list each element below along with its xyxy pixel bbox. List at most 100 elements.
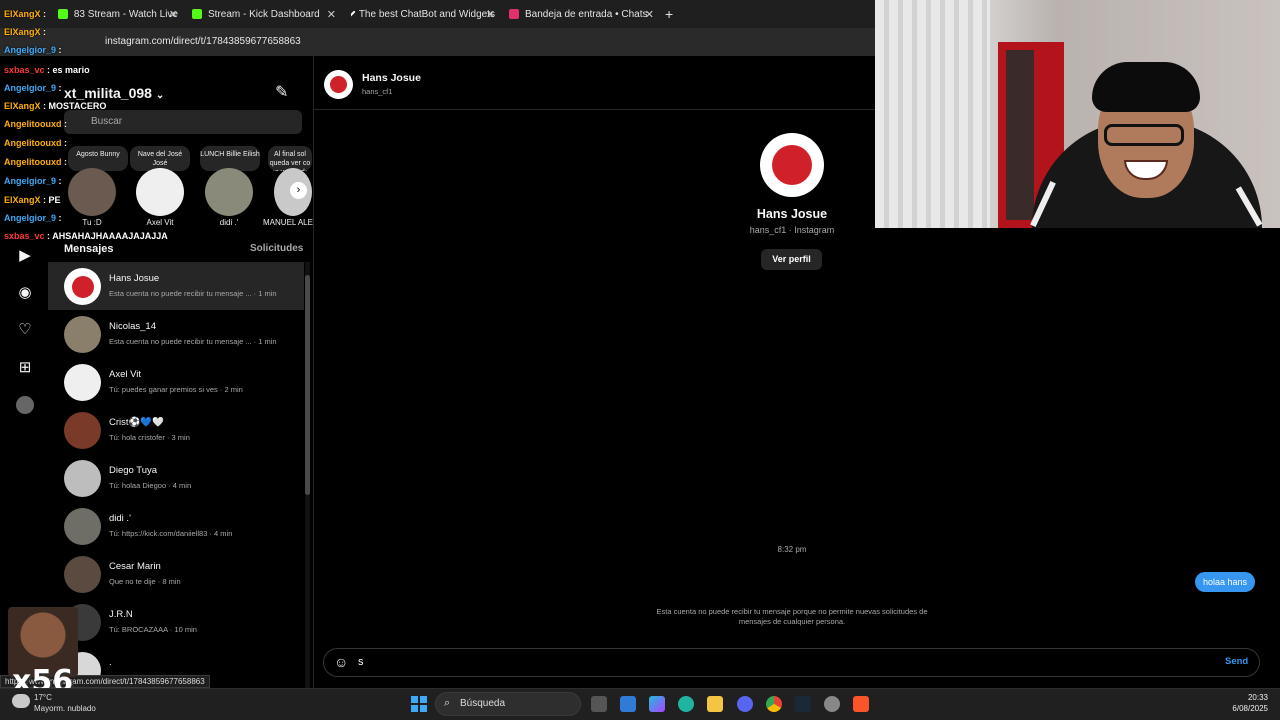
story-avatar[interactable] (205, 168, 253, 216)
steam-icon[interactable] (795, 696, 811, 712)
chat-separator: : (56, 83, 62, 93)
conversation-item[interactable]: Crist⚽💙🤍 Tú: hola cristofer · 3 min (48, 406, 304, 454)
chat-message: MOSTACERO (48, 101, 107, 111)
chat-username: Angelitoouxd (4, 138, 62, 148)
story-avatar[interactable] (68, 168, 116, 216)
chat-username: Angelitoouxd (4, 157, 62, 167)
weather-temperature[interactable]: 17°C (34, 693, 52, 702)
chat-message: AHSAHAJHAAAAJAJAJJA (52, 231, 168, 241)
shelf-interior (1006, 50, 1034, 220)
chrome-icon[interactable] (766, 696, 782, 712)
conversation-item[interactable]: didi .' Tú: https://kick.com/daniiell83 … (48, 502, 304, 550)
new-tab-button[interactable]: + (665, 3, 679, 25)
chat-separator: : (61, 138, 67, 148)
close-tab-icon[interactable]: ✕ (327, 8, 336, 21)
messages-heading: Mensajes (64, 243, 114, 255)
tab-kick-dashboard[interactable]: Stream - Kick Dashboard ✕ (192, 3, 336, 25)
diamond-icon (351, 10, 356, 18)
conversation-item[interactable]: Cesar Marin Que no te dije · 8 min (48, 550, 304, 598)
message-composer[interactable] (323, 648, 1260, 677)
chat-message: PE (48, 195, 61, 205)
reels-icon[interactable]: ▶ (16, 247, 34, 265)
delivery-error-text: Esta cuenta no puede recibir tu mensaje … (656, 607, 928, 626)
avatar (64, 412, 101, 449)
heart-icon[interactable]: ♡ (16, 321, 34, 339)
file-explorer-icon[interactable] (707, 696, 723, 712)
url-text[interactable]: instagram.com/direct/t/17843859677658863 (105, 36, 301, 47)
divider (313, 56, 314, 688)
avatar (64, 556, 101, 593)
view-profile-button[interactable]: Ver perfil (761, 249, 822, 270)
stream-chat-line: ElXangX : (4, 9, 46, 19)
copilot-icon[interactable] (649, 696, 665, 712)
clock-time[interactable]: 20:33 (1240, 693, 1268, 702)
chevron-right-icon[interactable]: › (290, 182, 307, 199)
windows-start-icon[interactable] (411, 696, 427, 712)
stream-chat-line: ElXangX : (4, 27, 46, 37)
cloud-icon[interactable] (12, 694, 30, 708)
chat-username: ElXangX (4, 195, 41, 205)
conversation-item[interactable]: Hans Josue Esta cuenta no puede recibir … (48, 262, 304, 310)
stream-chat-line: Angelitoouxd : (4, 138, 67, 148)
close-tab-icon[interactable]: ✕ (645, 8, 654, 21)
search-input[interactable]: Buscar (64, 110, 302, 134)
chat-username: Angelgior_9 (4, 176, 57, 186)
messenger-icon[interactable]: ◉ (16, 284, 34, 302)
conversation-item[interactable]: Diego Tuya Tú: holaa Diegoo · 4 min (48, 454, 304, 502)
chat-separator: : (61, 119, 67, 129)
stream-chat-line: Angelgior_9 : (4, 213, 62, 223)
story-name: Tu :D (82, 218, 102, 227)
account-username[interactable]: xt_milita_098 ⌄ (64, 85, 164, 101)
avatar[interactable] (324, 70, 353, 99)
tab-chatbot[interactable]: The best ChatBot and Widgets ✕ (351, 3, 495, 25)
tab-instagram-inbox[interactable]: Bandeja de entrada • Chats ✕ (509, 3, 654, 25)
conversation-item[interactable]: J.R.N Tú: BROCAZAAA · 10 min (48, 598, 304, 646)
message-timestamp: 8:32 pm (777, 545, 807, 554)
task-view-icon[interactable] (591, 696, 607, 712)
store-icon[interactable] (620, 696, 636, 712)
chat-username: Angelgior_9 (4, 45, 57, 55)
discord-icon[interactable] (737, 696, 753, 712)
requests-link[interactable]: Solicitudes (250, 243, 303, 254)
emoji-icon[interactable]: ☺ (334, 654, 350, 670)
settings-icon[interactable] (824, 696, 840, 712)
sent-message-bubble[interactable]: holaa hans (1195, 572, 1256, 592)
stream-chat-line: Angelitoouxd : (4, 157, 67, 167)
kick-icon (58, 9, 68, 19)
chat-separator: : (40, 101, 49, 111)
new-message-icon[interactable]: ✎ (275, 82, 288, 102)
chat-message: es mario (52, 65, 90, 75)
chat-header-handle: hans_cf1 (362, 87, 393, 96)
instagram-icon (509, 9, 519, 19)
chat-username: Angelitoouxd (4, 119, 62, 129)
close-tab-icon[interactable]: ✕ (169, 8, 178, 21)
profile-avatar-icon[interactable] (16, 396, 34, 414)
create-icon[interactable]: ⊞ (16, 359, 34, 377)
chat-separator: : (40, 9, 47, 19)
chat-separator: : (56, 213, 62, 223)
chat-separator: : (61, 157, 67, 167)
taskbar-search[interactable] (435, 692, 581, 716)
tab-watch-live[interactable]: 83 Stream - Watch Live ✕ (58, 3, 178, 25)
brave-icon[interactable] (853, 696, 869, 712)
weather-description[interactable]: Mayorm. nublado (34, 704, 96, 713)
scrollbar-thumb[interactable] (305, 275, 310, 495)
profile-avatar (760, 133, 824, 197)
edge-icon[interactable] (678, 696, 694, 712)
chat-username: Angelgior_9 (4, 213, 57, 223)
chat-username: sxbas_vc (4, 65, 45, 75)
send-button[interactable]: Send (1225, 656, 1248, 667)
clock-date[interactable]: 6/08/2025 (1222, 704, 1268, 713)
chat-username: ElXangX (4, 9, 41, 19)
avatar (64, 364, 101, 401)
chat-header-name[interactable]: Hans Josue (362, 72, 421, 84)
note-bubble[interactable]: Agosto Bunny (68, 146, 128, 171)
conversation-item[interactable]: Nicolas_14 Esta cuenta no puede recibir … (48, 310, 304, 358)
taskbar-search-label: Búsqueda (460, 698, 506, 709)
message-input[interactable]: s (358, 656, 364, 668)
stream-chat-line: Angelgior_9 : (4, 176, 62, 186)
conversation-item[interactable]: Axel Vit Tú: puedes ganar premios si ves… (48, 358, 304, 406)
profile-name: Hans Josue (756, 207, 828, 221)
close-tab-icon[interactable]: ✕ (486, 8, 495, 21)
story-avatar[interactable] (136, 168, 184, 216)
